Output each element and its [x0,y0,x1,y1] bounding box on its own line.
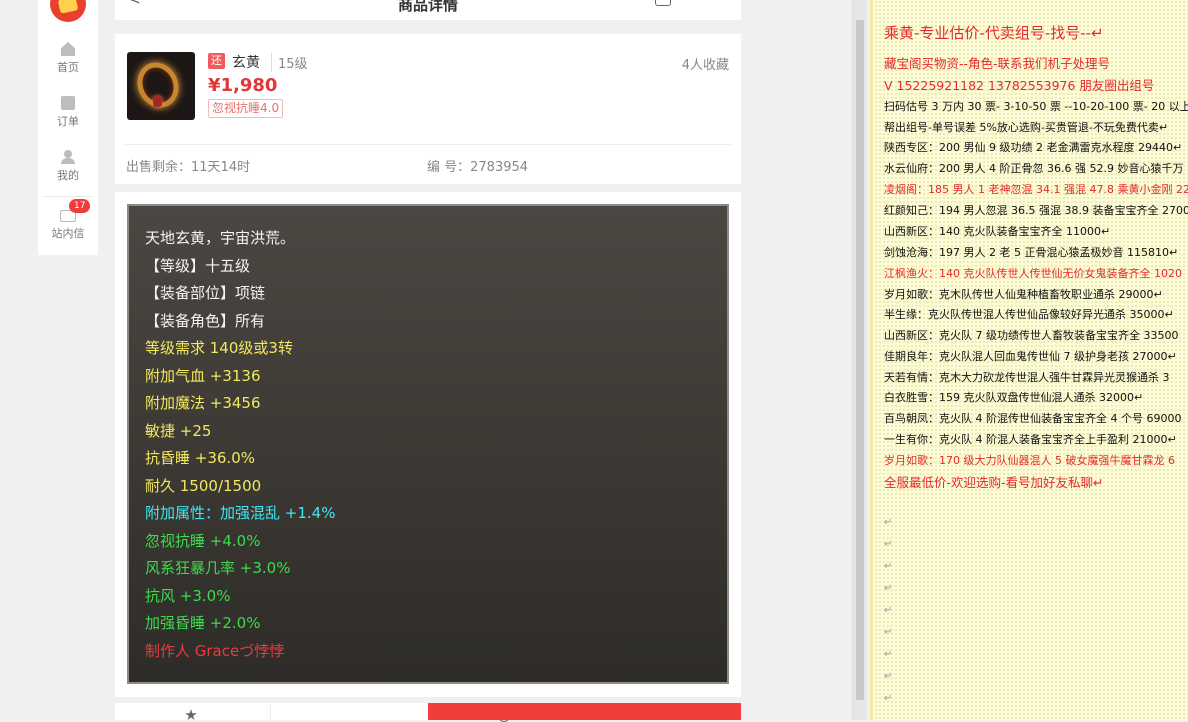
product-image[interactable] [127,52,195,120]
window-gap-scrollbar[interactable] [852,0,867,720]
sidebar-item-label: 站内信 [51,227,85,240]
sidebar-item-label: 订单 [57,115,79,128]
stat-line: 附加魔法 +3456 [145,394,261,412]
attribute-tag: 忽视抗睡4.0 [208,99,284,118]
favorite-button[interactable] [115,703,271,720]
stat-line: 天地玄黄，宇宙洪荒。 [145,229,296,247]
doc-line: 江枫渔火：140 克火队传世人传世仙无价女鬼装备齐全 1020 [884,267,1182,280]
item-stats-box: 天地玄黄，宇宙洪荒。 【等级】十五级 【装备部位】项链 【装备角色】所有 等级需… [127,204,729,684]
bottom-action-bar [115,703,741,722]
sidebar-item-messages[interactable]: 17 站内信 [38,199,98,241]
doc-line: 藏宝阁买物资--角色-联系我们机子处理号 [884,56,1111,71]
paragraph-mark: ↵ [884,561,893,572]
stat-line: 抗风 +3.0% [145,587,231,605]
page-title: 商品详情 [397,0,458,14]
sidebar-item-me[interactable]: 我的 [38,150,98,183]
paragraph-mark: ↵ [884,627,893,638]
stat-line: 【等级】十五级 [145,257,251,275]
card-divider [125,144,731,145]
share-icon[interactable] [655,0,671,6]
scrollbar-thumb[interactable] [856,20,864,700]
doc-line: 山西新区：克火队 7 级功绩传世人畜牧装备宝宝齐全 33500 [884,329,1179,342]
paragraph-mark: ↵ [884,671,893,682]
unread-badge: 17 [69,199,91,213]
doc-line: 岁月如歌：克木队传世人仙鬼种植畜牧职业通杀 29000↵ [884,288,1163,301]
paragraph-mark: ↵ [884,605,893,616]
doc-line: 白衣胜雪：159 克火队双盘传世仙混人通杀 32000↵ [884,391,1144,404]
stat-line: 制作人 Graceづ悖悖 [145,642,285,660]
serial-number: 编 号：2783954 [427,160,529,175]
doc-line: 一生有你：克火队 4 阶混人装备宝宝齐全上手盈利 21000↵ [884,433,1177,446]
item-detail-panel: 天地玄黄，宇宙洪荒。 【等级】十五级 【装备部位】项链 【装备角色】所有 等级需… [115,192,741,697]
product-level: 15级 [271,53,308,72]
paragraph-mark: ↵ [884,583,893,594]
app-logo[interactable] [50,0,86,22]
doc-line: 帮出组号-单号误差 5%放心选购-买贵管退-不玩免费代卖↵ [884,121,1169,134]
doc-line: 水云仙府：200 男人 4 阶正骨忽 36.6 强 52.9 妙音心猿千万 [884,162,1184,175]
doc-line: 百鸟朝凤：克火队 4 阶混传世仙装备宝宝齐全 4 个号 69000 [884,412,1182,425]
product-price: ¥1,980 [208,75,278,96]
stat-line: 抗昏睡 +36.0% [145,449,255,467]
doc-line: 天若有情：克木大力砍龙传世混人强牛甘霖异光灵猴通杀 3 [884,371,1170,384]
gem-shape [153,96,162,107]
doc-line: 半生缘：克火队传世混人传世仙品像较好异光通杀 35000↵ [884,308,1174,321]
product-card: 还 玄黄 15级 ¥1,980 忽视抗睡4.0 4人收藏 出售剩余：11天14时… [115,34,741,184]
stat-line: 敏捷 +25 [145,422,212,440]
doc-line: 剑蚀沧海：197 男人 2 老 5 正骨混心猿孟极妙音 115810↵ [884,246,1179,259]
doc-line: 扫码估号 3 万内 30 票- 3-10-50 票 --10-20-100 票-… [884,100,1188,113]
stat-line: 附加属性：加强混乱 +1.4% [145,504,336,522]
sidebar-item-home[interactable]: 首页 [38,42,98,75]
doc-line: 全服最低价-欢迎选购-看号加好友私聊↵ [884,475,1104,490]
paragraph-mark: ↵ [884,693,893,704]
sidebar-item-label: 我的 [57,169,79,182]
order-icon [61,96,75,110]
left-sidebar: 首页 订单 我的 17 站内信 [38,0,98,255]
bargain-tag: 还 [208,53,225,69]
buy-button[interactable] [428,703,741,720]
sidebar-divider [44,196,92,197]
stat-line: 附加气血 +3136 [145,367,261,385]
doc-line: 山西新区：140 克火队装备宝宝齐全 11000↵ [884,225,1111,238]
star-icon [185,709,197,720]
bargain-button[interactable] [270,703,510,722]
doc-line: 岁月如歌：170 级大力队仙器混人 5 破女魔强牛魔甘霖龙 6 [884,454,1175,467]
user-icon [61,150,75,164]
sidebar-item-orders[interactable]: 订单 [38,96,98,129]
sale-remaining: 出售剩余：11天14时 [126,160,251,175]
paragraph-mark: ↵ [884,539,893,550]
paragraph-mark: ↵ [884,649,893,660]
paragraph-mark: ↵ [884,517,893,528]
stat-line: 【装备角色】所有 [145,312,266,330]
doc-line: 陕西专区：200 男仙 9 级功绩 2 老金满雷克水程度 29440↵ [884,141,1183,154]
doc-line: V 15225921182 13782553976 朋友圈出组号 [884,78,1155,93]
home-icon [61,42,75,56]
sidebar-item-label: 首页 [57,61,79,74]
text-document[interactable]: 乘黄-专业估价-代卖组号-找号--↵ 藏宝阁买物资--角色-联系我们机子处理号 … [870,0,1188,720]
stat-line: 风系狂暴几率 +3.0% [145,559,291,577]
doc-line: 凌烟阁：185 男人 1 老神忽混 34.1 强混 47.8 乘黄小金刚 22 [884,183,1188,196]
doc-line: 乘黄-专业估价-代卖组号-找号--↵ [884,24,1104,42]
stat-line: 等级需求 140级或3转 [145,339,293,357]
document-margin [870,0,873,720]
doc-line: 红颜知己：194 男人忽混 36.5 强混 38.9 装备宝宝齐全 2700 [884,204,1188,217]
product-name: 玄黄 [232,55,260,71]
stat-line: 忽视抗睡 +4.0% [145,532,261,550]
doc-line: 佳期良年：克火队混人回血鬼传世仙 7 级护身老孩 27000↵ [884,350,1177,363]
stat-line: 加强昏睡 +2.0% [145,614,261,632]
header-bar: < 商品详情 [115,0,741,20]
favorite-count: 4人收藏 [681,58,729,73]
stat-line: 耐久 1500/1500 [145,477,262,495]
stat-line: 【装备部位】项链 [145,284,266,302]
